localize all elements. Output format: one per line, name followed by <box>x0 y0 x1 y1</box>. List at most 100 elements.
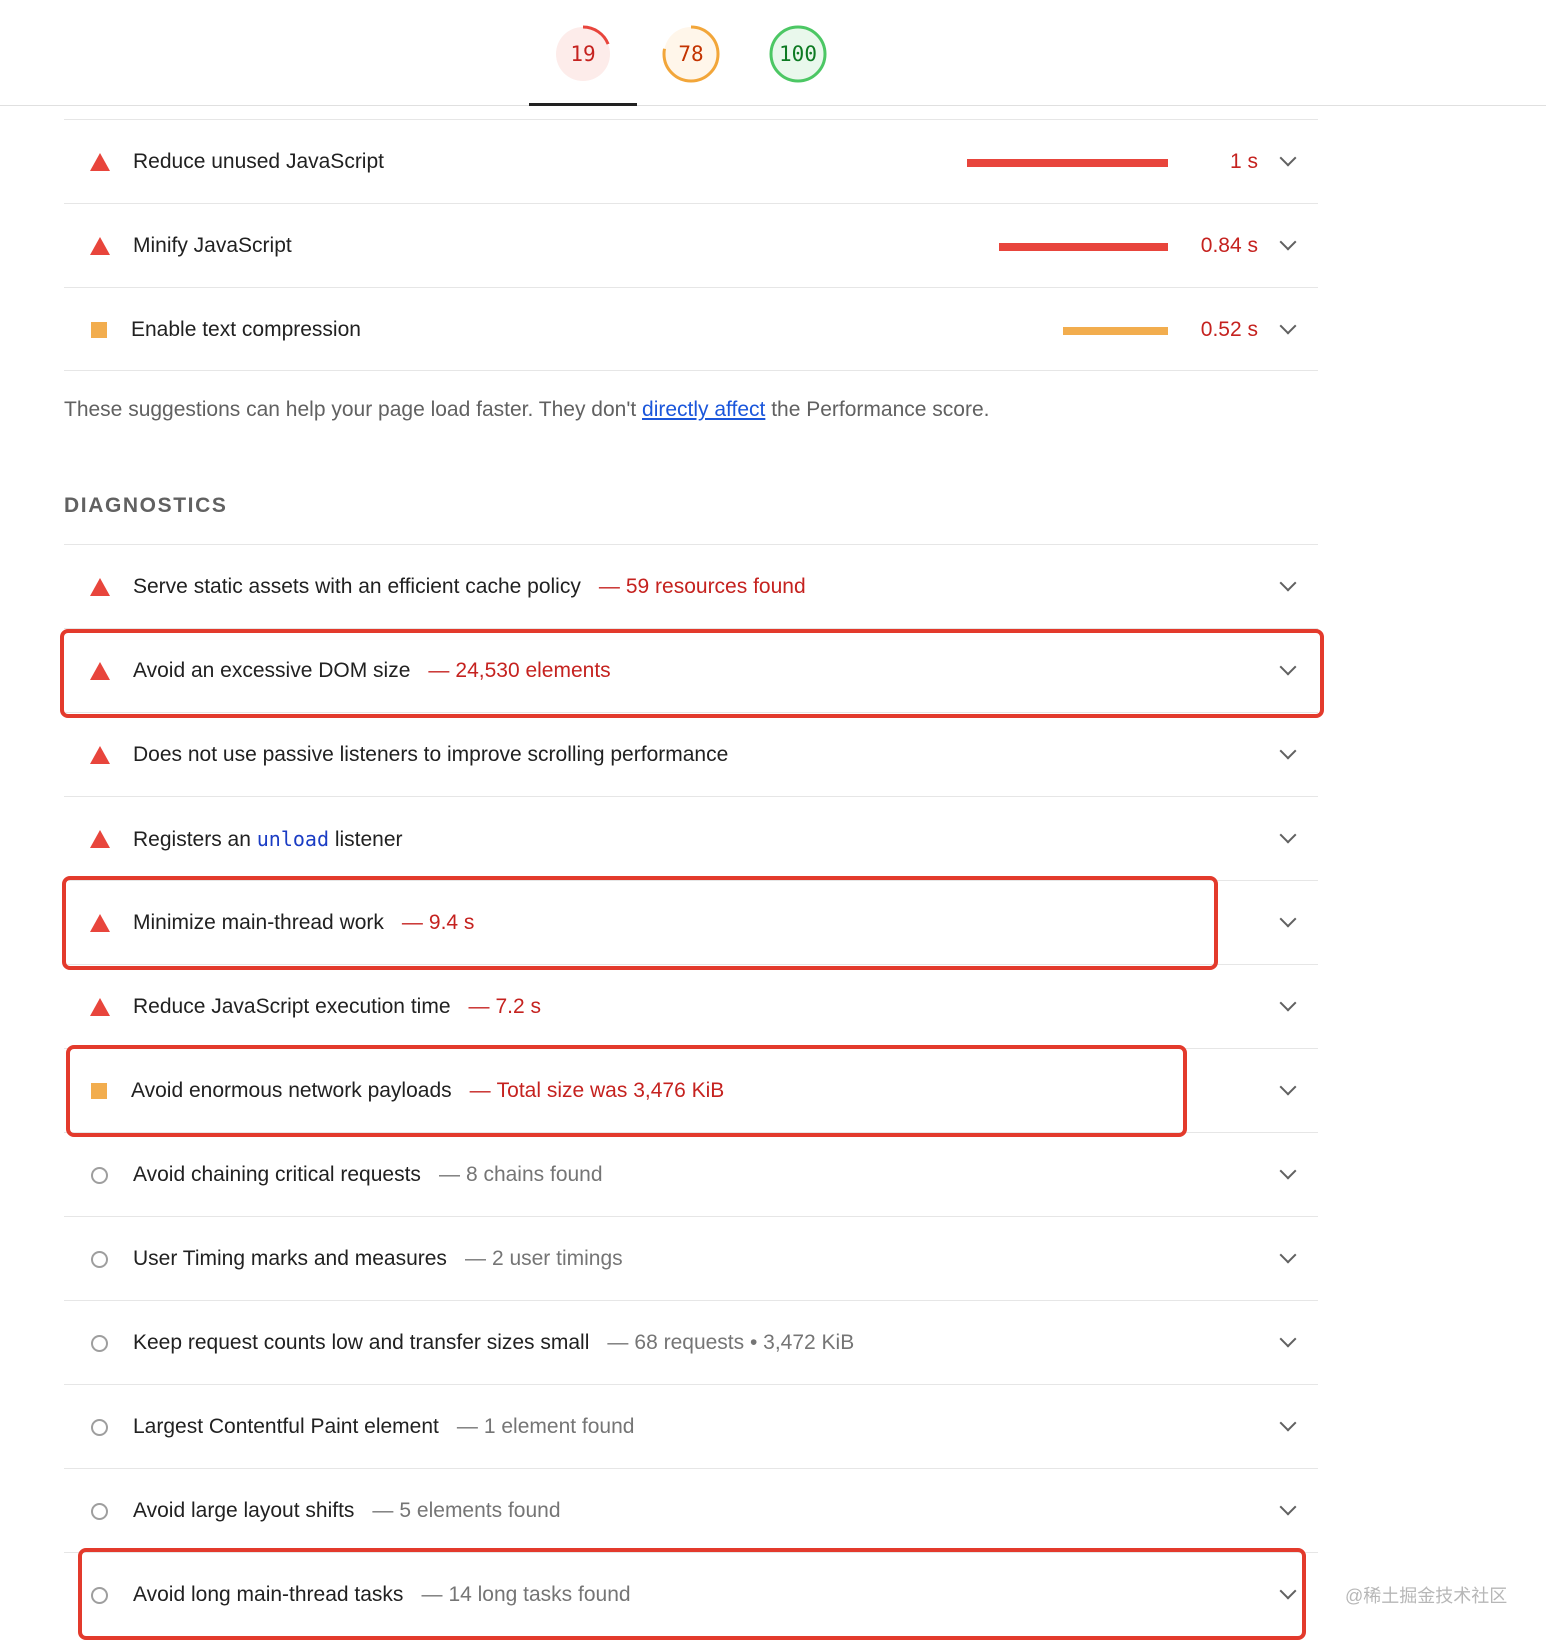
audit-title-code: unload <box>256 827 329 851</box>
chevron-down-icon[interactable] <box>1279 1330 1297 1348</box>
savings-bar <box>967 159 1168 167</box>
separator-dash: — <box>372 1499 394 1522</box>
audit-user-timings[interactable]: User Timing marks and measures —2 user ti… <box>64 1216 1318 1300</box>
fail-triangle-icon <box>90 153 110 171</box>
separator-dash: — <box>468 995 490 1018</box>
selected-tab-underline <box>529 103 637 106</box>
directly-affect-link[interactable]: directly affect <box>642 398 765 421</box>
audit-title: User Timing marks and measures <box>133 1247 447 1270</box>
diagnostics-heading: DIAGNOSTICS <box>64 494 228 517</box>
audit-lcp-element[interactable]: Largest Contentful Paint element —1 eleme… <box>64 1384 1318 1468</box>
audit-passive-listeners[interactable]: Does not use passive listeners to improv… <box>64 712 1318 796</box>
chevron-down-icon[interactable] <box>1279 1582 1297 1600</box>
audit-dom-size[interactable]: Avoid an excessive DOM size —24,530 eleme… <box>64 628 1318 712</box>
savings-value: 1 s <box>1229 150 1258 173</box>
savings-bar <box>1063 327 1168 335</box>
audit-title: Minify JavaScript <box>133 234 292 257</box>
audit-detail: 7.2 s <box>495 995 542 1018</box>
performance-score-gauge[interactable]: 19 <box>553 24 613 84</box>
audit-reduce-unused-javascript[interactable]: Reduce unused JavaScript 1 s <box>64 119 1318 203</box>
chevron-down-icon[interactable] <box>1279 1246 1297 1264</box>
audit-detail: 24,530 elements <box>455 659 611 682</box>
audit-line: User Timing marks and measures —2 user ti… <box>133 1217 623 1301</box>
separator-dash: — <box>428 659 450 682</box>
audit-enable-text-compression[interactable]: Enable text compression 0.52 s <box>64 287 1318 371</box>
audit-critical-request-chains[interactable]: Avoid chaining critical requests —8 chain… <box>64 1132 1318 1216</box>
audit-title: Avoid enormous network payloads <box>131 1079 452 1102</box>
audit-line: Avoid long main-thread tasks —14 long tas… <box>133 1553 631 1637</box>
fail-triangle-icon <box>90 914 110 932</box>
chevron-down-icon[interactable] <box>1279 1078 1297 1096</box>
chevron-down-icon[interactable] <box>1279 317 1297 335</box>
accessibility-score-gauge[interactable]: 78 <box>661 24 721 84</box>
audit-resource-summary[interactable]: Keep request counts low and transfer siz… <box>64 1300 1318 1384</box>
chevron-down-icon[interactable] <box>1279 658 1297 676</box>
audit-line: Minimize main-thread work —9.4 s <box>133 881 474 965</box>
best-practices-score-gauge[interactable]: 100 <box>768 24 828 84</box>
opportunities-note: These suggestions can help your page loa… <box>64 398 989 422</box>
audit-unload-listener[interactable]: Registers an unload listener <box>64 796 1318 880</box>
best-practices-score-value: 100 <box>779 42 817 66</box>
watermark: @稀土掘金技术社区 <box>1345 1586 1508 1606</box>
separator-dash: — <box>469 1079 491 1102</box>
fail-triangle-icon <box>90 830 110 848</box>
audit-cache-policy[interactable]: Serve static assets with an efficient ca… <box>64 544 1318 628</box>
audit-title: Reduce unused JavaScript <box>133 150 384 173</box>
audit-title-after: listener <box>328 828 403 851</box>
audit-main-thread-work[interactable]: Minimize main-thread work —9.4 s <box>64 880 1318 964</box>
audit-title: Does not use passive listeners to improv… <box>133 743 729 766</box>
separator-dash: — <box>421 1583 443 1606</box>
performance-score-value: 19 <box>570 42 596 66</box>
audit-title: Avoid large layout shifts <box>133 1499 355 1522</box>
savings-value: 0.84 s <box>1200 234 1258 257</box>
audit-detail: 1 element found <box>483 1415 635 1438</box>
audit-line: Avoid large layout shifts —5 elements fou… <box>133 1469 561 1553</box>
audit-long-tasks[interactable]: Avoid long main-thread tasks —14 long tas… <box>64 1552 1318 1636</box>
chevron-down-icon[interactable] <box>1279 233 1297 251</box>
audit-js-execution-time[interactable]: Reduce JavaScript execution time —7.2 s <box>64 964 1318 1048</box>
chevron-down-icon[interactable] <box>1279 742 1297 760</box>
audit-title: Avoid long main-thread tasks <box>133 1583 404 1606</box>
info-circle-icon <box>91 1503 108 1520</box>
audit-detail: Total size was 3,476 KiB <box>496 1079 725 1102</box>
audit-title-before: Registers an <box>133 828 257 851</box>
audit-detail: 14 long tasks found <box>448 1583 631 1606</box>
fail-triangle-icon <box>90 746 110 764</box>
chevron-down-icon[interactable] <box>1279 826 1297 844</box>
accessibility-score-value: 78 <box>678 42 704 66</box>
separator-dash: — <box>607 1331 629 1354</box>
audit-line: Avoid an excessive DOM size —24,530 eleme… <box>133 629 611 713</box>
chevron-down-icon[interactable] <box>1279 574 1297 592</box>
audit-line: Reduce JavaScript execution time —7.2 s <box>133 965 541 1049</box>
savings-bar <box>999 243 1168 251</box>
audit-detail: 8 chains found <box>465 1163 603 1186</box>
separator-dash: — <box>598 575 620 598</box>
info-circle-icon <box>91 1587 108 1604</box>
separator-dash: — <box>438 1163 460 1186</box>
audit-line: Avoid enormous network payloads — Total si… <box>131 1049 724 1133</box>
audit-minify-javascript[interactable]: Minify JavaScript 0.84 s <box>64 203 1318 287</box>
chevron-down-icon[interactable] <box>1279 994 1297 1012</box>
average-square-icon <box>91 1083 107 1099</box>
audit-detail: 59 resources found <box>625 575 806 598</box>
audit-network-payloads[interactable]: Avoid enormous network payloads — Total si… <box>64 1048 1318 1132</box>
separator-dash: — <box>401 911 423 934</box>
info-circle-icon <box>91 1419 108 1436</box>
chevron-down-icon[interactable] <box>1279 149 1297 167</box>
audit-line: Registers an unload listener <box>133 797 403 881</box>
chevron-down-icon[interactable] <box>1279 1414 1297 1432</box>
audit-detail: 9.4 s <box>428 911 475 934</box>
audit-layout-shifts[interactable]: Avoid large layout shifts —5 elements fou… <box>64 1468 1318 1552</box>
audit-title: Largest Contentful Paint element <box>133 1415 439 1438</box>
separator-dash: — <box>464 1247 486 1270</box>
audit-detail: 2 user timings <box>491 1247 623 1270</box>
average-square-icon <box>91 322 107 338</box>
audit-detail: 5 elements found <box>399 1499 561 1522</box>
audit-detail: 68 requests • 3,472 KiB <box>634 1331 855 1354</box>
fail-triangle-icon <box>90 998 110 1016</box>
chevron-down-icon[interactable] <box>1279 1162 1297 1180</box>
audit-line: Does not use passive listeners to improv… <box>133 713 728 797</box>
chevron-down-icon[interactable] <box>1279 1498 1297 1516</box>
info-circle-icon <box>91 1167 108 1184</box>
chevron-down-icon[interactable] <box>1279 910 1297 928</box>
